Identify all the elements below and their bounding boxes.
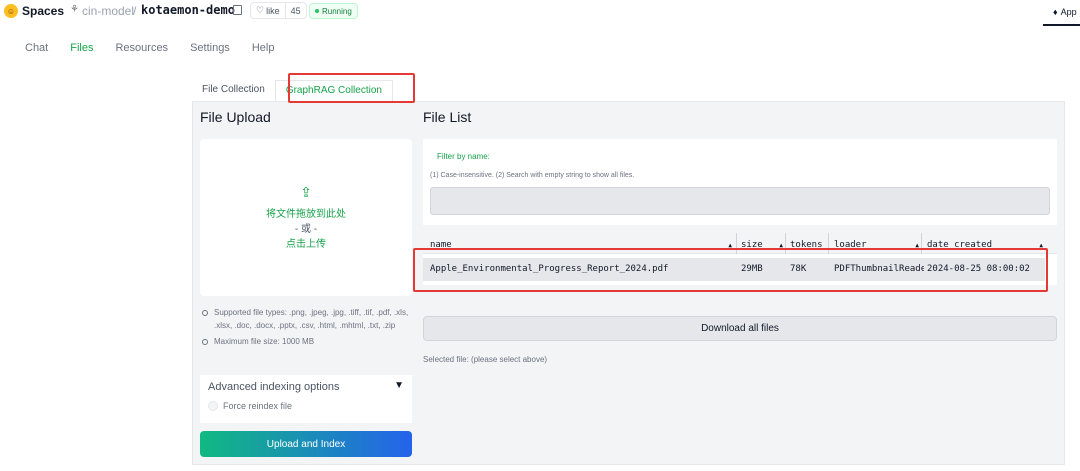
force-reindex-option[interactable]: Force reindex file <box>208 401 292 411</box>
tab-settings[interactable]: Settings <box>190 42 230 54</box>
top-bar: ☺ Spaces ⚘ cin-model / kotaemon-demo ♡ li… <box>0 0 1080 26</box>
app-icon: ♦ <box>1053 7 1058 17</box>
filter-help: (1) Case-insensitive. (2) Search with em… <box>430 172 635 179</box>
status-badge: Running <box>309 3 358 19</box>
or-text: - 或 - <box>294 223 318 235</box>
org-link[interactable]: cin-model <box>82 4 134 18</box>
status-text: Running <box>322 6 352 16</box>
download-all-files-button[interactable]: Download all files <box>423 316 1057 341</box>
tab-chat[interactable]: Chat <box>25 42 48 54</box>
annotation-highlight-file-row <box>413 248 1048 292</box>
app-tab-label: App <box>1060 7 1077 17</box>
filter-label: Filter by name: <box>437 152 490 161</box>
upload-notes: Supported file types: .png, .jpeg, .jpg,… <box>200 307 415 353</box>
filter-input[interactable] <box>430 187 1050 215</box>
spaces-brand[interactable]: Spaces <box>22 4 64 18</box>
file-upload-title: File Upload <box>200 109 271 125</box>
caret-down-icon[interactable]: ▼ <box>394 380 404 391</box>
supported-types-note: Supported file types: .png, .jpeg, .jpg,… <box>200 307 415 332</box>
huggingface-logo-icon[interactable]: ☺ <box>4 4 18 18</box>
tab-file-collection[interactable]: File Collection <box>192 80 275 101</box>
space-icon: ⚘ <box>70 4 79 15</box>
like-label: like <box>266 5 280 16</box>
like-button[interactable]: ♡ like 45 <box>250 2 307 19</box>
advanced-options-accordion: Advanced indexing options ▼ Force reinde… <box>200 375 412 423</box>
copy-icon[interactable] <box>233 5 242 15</box>
upload-and-index-button[interactable]: Upload and Index <box>200 431 412 457</box>
path-separator: / <box>133 4 137 18</box>
like-count: 45 <box>284 3 306 18</box>
advanced-options-label[interactable]: Advanced indexing options <box>208 381 339 393</box>
file-drop-zone[interactable]: ⇪ 将文件拖放到此处 - 或 - 点击上传 <box>200 139 412 296</box>
repo-link[interactable]: kotaemon-demo <box>141 3 235 17</box>
tab-resources[interactable]: Resources <box>115 42 168 54</box>
force-reindex-label: Force reindex file <box>223 401 293 411</box>
app-tab[interactable]: ♦ App <box>1043 0 1080 26</box>
heart-icon: ♡ <box>256 5 265 15</box>
tab-help[interactable]: Help <box>252 42 275 54</box>
app-nav: Chat Files Resources Settings Help <box>25 42 296 54</box>
upload-icon: ⇪ <box>300 183 312 200</box>
click-upload-text[interactable]: 点击上传 <box>286 237 326 252</box>
tab-files[interactable]: Files <box>70 42 93 54</box>
file-list-title: File List <box>423 109 472 125</box>
max-size-note: Maximum file size: 1000 MB <box>200 336 415 349</box>
selected-file-text: Selected file: (please select above) <box>423 355 548 364</box>
force-reindex-checkbox[interactable] <box>208 401 218 411</box>
drop-text: 将文件拖放到此处 <box>266 208 346 220</box>
filter-section: Filter by name: (1) Case-insensitive. (2… <box>423 139 1057 225</box>
status-dot-icon <box>315 9 319 13</box>
annotation-highlight-graphrag-tab <box>288 73 415 103</box>
